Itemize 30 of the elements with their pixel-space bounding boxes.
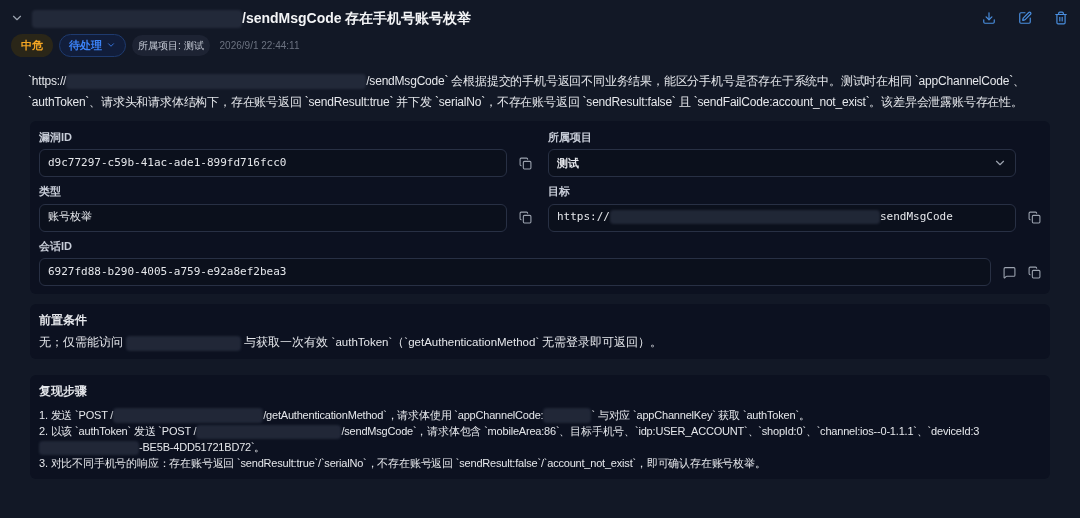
input-field[interactable]: d9c77297-c59b-41ac-ade1-899fd716fcc0: [39, 149, 507, 177]
field-label: 会话ID: [39, 238, 73, 254]
field-label: 类型: [39, 184, 62, 199]
status-dropdown[interactable]: 待处理: [59, 34, 126, 57]
section-heading: 复现步骤: [39, 384, 88, 400]
description-text: `https:// /sendMsgCode` 会根据提交的手机号返回不同业务结果，能区分手机号是否存在于系统中。测试时在相同 `appChannelCode`、`authToken`、请求头和请求体结构下，存在账号返回 `sendResult:true` 并下发 `serialNo`，不存在账号返回 `sendResult:false` 且 `sendFailCode:account_not_exist`。该差异会泄露账号存在性。: [27, 72, 1026, 111]
comment-icon[interactable]: [1003, 265, 1016, 279]
input-field[interactable]: 账号枚举: [39, 203, 507, 232]
issue-title: /sendMsgCode 存在手机号账号枚举: [32, 7, 472, 29]
copy-icon[interactable]: [519, 211, 532, 224]
severity-badge: 中危: [11, 34, 53, 57]
copy-icon[interactable]: [519, 156, 532, 170]
field-label: 所属项目: [548, 129, 593, 145]
field-label: 漏洞ID: [39, 129, 73, 145]
select-field[interactable]: 测试: [548, 149, 1016, 177]
precondition-text: 无；仅需能访问 与获取一次有效 `authToken`（`getAuthenticationMethod` 无需登录即可返回）。: [39, 334, 664, 352]
section-heading: 前置条件: [39, 313, 88, 328]
step-text: 3. 对比不同手机号的响应：存在账号返回 `sendResult:true`/`serialNo`，不存在账号返回 `sendResult:false`/`account_not_exist`，即可确认存在账号枚举。: [39, 456, 767, 472]
timestamp: 2026/9/1 22:44:11: [219, 38, 300, 53]
project-badge: 所属项目: 测试: [132, 34, 210, 56]
field-label: 目标: [548, 184, 571, 199]
input-field[interactable]: 6927fd88-b290-4005-a759-e92a8ef2bea3: [39, 258, 991, 286]
copy-icon[interactable]: [1028, 211, 1041, 224]
copy-icon[interactable]: [1028, 265, 1041, 279]
edit-icon[interactable]: [1018, 11, 1032, 25]
delete-icon[interactable]: [1054, 11, 1068, 25]
step-text: 2. 以该 `authToken` 发送 `POST / /sendMsgCode`，请求体包含 `mobileArea:86`、目标手机号、`idp:USER_ACCOUNT`、`shopId:0`、`channel:ios--0-1.1.1`、`deviceId:3 -BE5B-4DD51721BD72`。: [39, 422, 1041, 456]
input-field[interactable]: https:// sendMsgCode: [548, 203, 1016, 232]
download-icon[interactable]: [982, 11, 996, 25]
step-text: 1. 发送 `POST / /getAuthenticationMethod`，请求体使用 `appChannelCode: ` 与对应 `appChannelKey` 获取 `authToken`。: [39, 407, 811, 423]
